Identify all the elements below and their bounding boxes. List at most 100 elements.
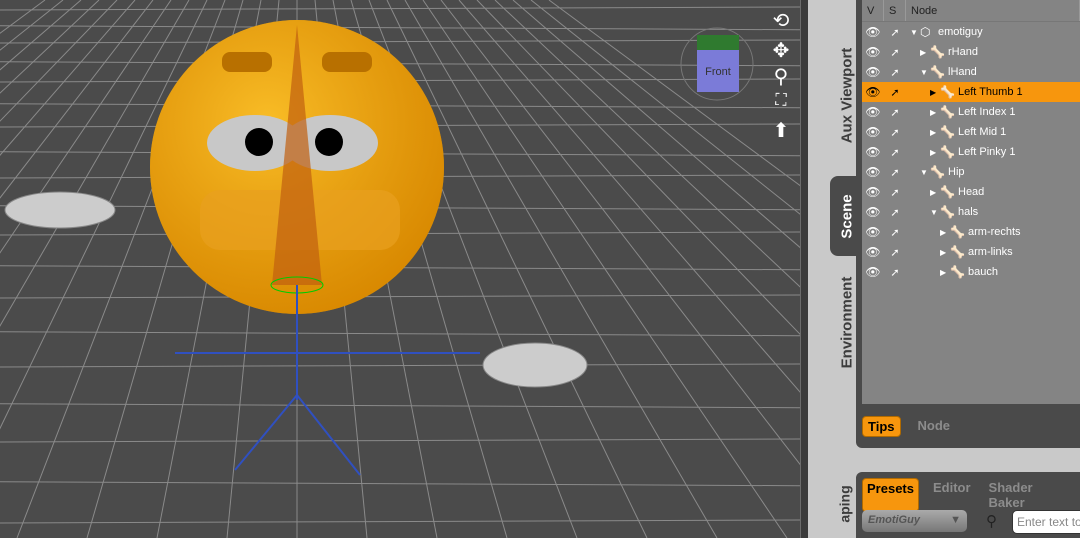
expanded-triangle-icon[interactable]: ▼ [910,28,920,37]
visibility-eye-icon[interactable]: 👁 [862,105,884,119]
tree-row[interactable]: 👁 ➚ ▶ 🦴 arm-rechts [862,222,1080,242]
grid-line [0,438,800,443]
filter-value: EmotiGuy [868,514,920,526]
selectable-arrow-icon[interactable]: ➚ [884,186,906,199]
expanded-triangle-icon[interactable]: ▼ [920,68,930,77]
tree-row[interactable]: 👁 ➚ ▼ ⬡ emotiguy [862,22,1080,42]
bone-icon: 🦴 [940,185,955,199]
view-cube-label[interactable]: Front [705,66,731,78]
visibility-eye-icon[interactable]: 👁 [862,125,884,139]
tree-row[interactable]: 👁 ➚ ▶ 🦴 Left Mid 1 [862,122,1080,142]
grid-line [0,6,800,11]
column-visible[interactable]: V [862,0,884,21]
reset-icon[interactable]: ⬆ [768,118,794,143]
visibility-eye-icon[interactable]: 👁 [862,245,884,259]
collapsed-triangle-icon[interactable]: ▶ [930,108,940,117]
visibility-eye-icon[interactable]: 👁 [862,145,884,159]
selectable-arrow-icon[interactable]: ➚ [884,86,906,99]
visibility-eye-icon[interactable]: 👁 [862,205,884,219]
tab-editor[interactable]: Editor [929,478,975,512]
grid-line [0,0,82,71]
selectable-arrow-icon[interactable]: ➚ [884,206,906,219]
grid-line [0,0,64,51]
bone-icon: 🦴 [950,245,965,259]
tree-row[interactable]: 👁 ➚ ▼ 🦴 hals [862,202,1080,222]
expanded-triangle-icon[interactable]: ▼ [930,208,940,217]
collapsed-triangle-icon[interactable]: ▶ [940,248,950,257]
node-label: Left Index 1 [958,106,1016,118]
tree-row[interactable]: 👁 ➚ ▼ 🦴 Hip [862,162,1080,182]
zoom-icon[interactable]: ⚲ [768,64,794,89]
tab-presets[interactable]: Presets [862,478,919,512]
search-icon: ⚲ [986,513,997,530]
grid-line [0,0,118,122]
search-input[interactable]: Enter text to [1012,510,1080,534]
collapsed-triangle-icon[interactable]: ▶ [930,188,940,197]
filter-dropdown[interactable]: EmotiGuy ▼ [862,510,967,532]
collapsed-triangle-icon[interactable]: ▶ [930,88,940,97]
collapsed-triangle-icon[interactable]: ▶ [930,148,940,157]
tree-row[interactable]: 👁 ➚ ▶ 🦴 rHand [862,42,1080,62]
collapsed-triangle-icon[interactable]: ▶ [940,268,950,277]
scene-tree[interactable]: V S Node 👁 ➚ ▼ ⬡ emotiguy 👁 ➚ ▶ 🦴 rHand 👁 ➚ ▼ 🦴 lHa… [862,0,1080,404]
tree-row[interactable]: 👁 ➚ ▶ 🦴 arm-links [862,242,1080,262]
tree-row[interactable]: 👁 ➚ ▶ 🦴 Head [862,182,1080,202]
column-selectable[interactable]: S [884,0,906,21]
frame-icon[interactable]: ⛶ [768,92,794,110]
selectable-arrow-icon[interactable]: ➚ [884,146,906,159]
tree-row[interactable]: 👁 ➚ ▼ 🦴 lHand [862,62,1080,82]
tab-tips[interactable]: Tips [862,416,901,437]
bone-icon: 🦴 [930,45,945,59]
collapsed-triangle-icon[interactable]: ▶ [930,128,940,137]
expanded-triangle-icon[interactable]: ▼ [920,168,930,177]
visibility-eye-icon[interactable]: 👁 [862,85,884,99]
grid-line [0,403,800,409]
visibility-eye-icon[interactable]: 👁 [862,165,884,179]
visibility-eye-icon[interactable]: 👁 [862,225,884,239]
tab-shader-baker[interactable]: Shader Baker [985,478,1074,512]
tab-label: Scene [838,193,856,239]
pan-icon[interactable]: ✥ [768,38,794,63]
tree-row[interactable]: 👁 ➚ ▶ 🦴 Left Thumb 1 [862,82,1080,102]
bone-icon: 🦴 [950,265,965,279]
bone-icon: 🦴 [940,105,955,119]
emoticon-head [150,20,444,314]
selectable-arrow-icon[interactable]: ➚ [884,226,906,239]
column-node[interactable]: Node [906,0,1080,21]
selectable-arrow-icon[interactable]: ➚ [884,66,906,79]
tree-row[interactable]: 👁 ➚ ▶ 🦴 Left Pinky 1 [862,142,1080,162]
visibility-eye-icon[interactable]: 👁 [862,265,884,279]
skeleton [175,285,480,476]
grid-line [0,0,100,94]
grid-line [0,0,136,156]
tab-label: Environment [838,276,856,368]
tree-row[interactable]: 👁 ➚ ▶ 🦴 bauch [862,262,1080,282]
selectable-arrow-icon[interactable]: ➚ [884,106,906,119]
selectable-arrow-icon[interactable]: ➚ [884,46,906,59]
chevron-down-icon: ▼ [950,514,961,526]
node-label: Hip [948,166,965,178]
3d-viewport[interactable]: Front ⟲ ✥ ⚲ ⛶ ⬆ [0,0,800,538]
orbit-icon[interactable]: ⟲ [768,8,794,33]
visibility-eye-icon[interactable]: 👁 [862,65,884,79]
selectable-arrow-icon[interactable]: ➚ [884,246,906,259]
grid-line [0,0,46,34]
visibility-eye-icon[interactable]: 👁 [862,185,884,199]
visibility-eye-icon[interactable]: 👁 [862,25,884,39]
collapsed-triangle-icon[interactable]: ▶ [940,228,950,237]
selectable-arrow-icon[interactable]: ➚ [884,26,906,39]
grid-line [0,481,800,487]
panel-splitter[interactable] [800,0,808,538]
figure-icon: ⬡ [920,25,931,39]
tree-row[interactable]: 👁 ➚ ▶ 🦴 Left Index 1 [862,102,1080,122]
visibility-eye-icon[interactable]: 👁 [862,45,884,59]
collapsed-triangle-icon[interactable]: ▶ [920,48,930,57]
tab-node[interactable]: Node [913,416,956,437]
node-label: rHand [948,46,978,58]
node-label: hals [958,206,979,218]
selectable-arrow-icon[interactable]: ➚ [884,166,906,179]
selectable-arrow-icon[interactable]: ➚ [884,266,906,279]
selectable-arrow-icon[interactable]: ➚ [884,126,906,139]
grid-line [0,331,800,337]
node-label: Left Mid 1 [958,126,1007,138]
